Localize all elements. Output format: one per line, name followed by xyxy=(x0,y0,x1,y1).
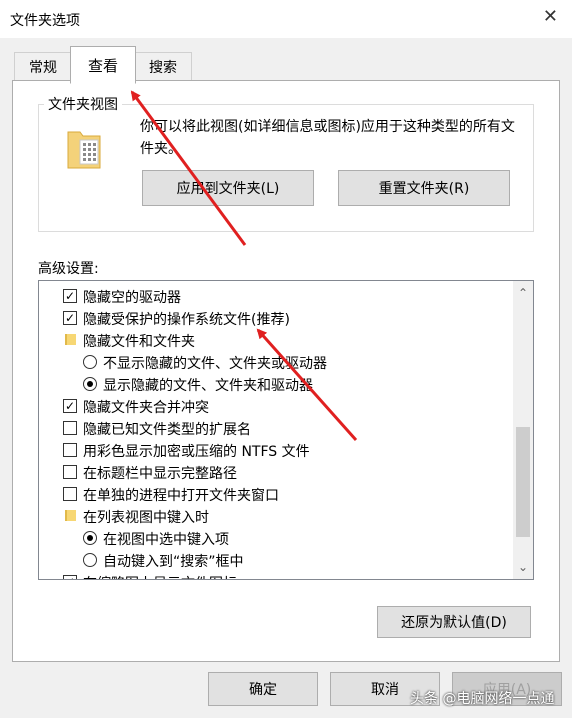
reset-folders-button[interactable]: 重置文件夹(R) xyxy=(338,170,510,206)
checkbox[interactable] xyxy=(63,487,77,501)
tab-general[interactable]: 常规 xyxy=(14,52,72,83)
list-item-label: 隐藏文件夹合并冲突 xyxy=(83,400,209,416)
list-item[interactable]: 在单独的进程中打开文件夹窗口 xyxy=(39,483,511,505)
advanced-settings-label: 高级设置: xyxy=(38,261,99,277)
advanced-settings-list[interactable]: ✓ 隐藏空的驱动器 ✓ 隐藏受保护的操作系统文件(推荐) 隐藏文件和文件夹不显示隐藏的文… xyxy=(38,280,534,580)
checkbox[interactable] xyxy=(63,465,77,479)
list-item[interactable]: ✓ 隐藏文件夹合并冲突 xyxy=(39,395,511,417)
list-item[interactable]: 隐藏已知文件类型的扩展名 xyxy=(39,417,511,439)
folder-view-label: 文件夹视图 xyxy=(44,94,122,114)
list-item-label: 自动键入到“搜索”框中 xyxy=(103,554,244,570)
ok-button[interactable]: 确定 xyxy=(208,672,318,706)
apply-to-folders-button[interactable]: 应用到文件夹(L) xyxy=(142,170,314,206)
list-item-label: 在单独的进程中打开文件夹窗口 xyxy=(83,488,279,504)
list-item[interactable]: 用彩色显示加密或压缩的 NTFS 文件 xyxy=(39,439,511,461)
list-item-label: 隐藏受保护的操作系统文件(推荐) xyxy=(83,312,290,328)
radio-button[interactable] xyxy=(83,377,97,391)
list-item: 在列表视图中键入时 xyxy=(39,505,511,527)
checkbox[interactable]: ✓ xyxy=(63,399,77,413)
radio-button[interactable] xyxy=(83,553,97,567)
title-bar: 文件夹选项 ✕ xyxy=(0,0,572,38)
vertical-scrollbar[interactable]: ⌃ ⌄ xyxy=(513,281,533,579)
list-item-label: 在标题栏中显示完整路径 xyxy=(83,466,237,482)
list-item-label: 在缩略图上显示文件图标 xyxy=(83,573,237,579)
list-item-label: 用彩色显示加密或压缩的 NTFS 文件 xyxy=(83,444,310,460)
list-item-label: 在列表视图中键入时 xyxy=(83,510,209,526)
scrollbar-thumb[interactable] xyxy=(516,427,530,537)
list-item[interactable]: 显示隐藏的文件、文件夹和驱动器 xyxy=(39,373,511,395)
window-title: 文件夹选项 xyxy=(10,13,80,29)
list-item[interactable]: 自动键入到“搜索”框中 xyxy=(39,549,511,571)
radio-button[interactable] xyxy=(83,531,97,545)
list-item-label: 不显示隐藏的文件、文件夹或驱动器 xyxy=(103,356,327,372)
restore-defaults-button[interactable]: 还原为默认值(D) xyxy=(377,606,531,638)
list-item-label: 隐藏空的驱动器 xyxy=(83,290,181,306)
list-item[interactable]: 不显示隐藏的文件、文件夹或驱动器 xyxy=(39,351,511,373)
scroll-up-icon[interactable]: ⌃ xyxy=(513,283,533,303)
checkbox[interactable]: ✓ xyxy=(63,575,77,579)
folder-view-description: 你可以将此视图(如详细信息或图标)应用于这种类型的所有文件夹。 xyxy=(140,119,515,157)
radio-button[interactable] xyxy=(83,355,97,369)
tab-search[interactable]: 搜索 xyxy=(134,52,192,83)
checkbox[interactable] xyxy=(63,443,77,457)
folder-icon xyxy=(65,510,76,521)
list-item[interactable]: ✓ 在缩略图上显示文件图标 xyxy=(39,571,511,579)
list-item-label: 在视图中选中键入项 xyxy=(103,532,229,548)
watermark: 头条 @电脑网络一点通 xyxy=(410,691,555,707)
scroll-down-icon[interactable]: ⌄ xyxy=(513,557,533,577)
checkbox[interactable] xyxy=(63,421,77,435)
list-item-label: 隐藏文件和文件夹 xyxy=(83,334,195,350)
folder-view-icon xyxy=(67,131,101,169)
list-item-label: 显示隐藏的文件、文件夹和驱动器 xyxy=(103,378,313,394)
list-item-label: 隐藏已知文件类型的扩展名 xyxy=(83,422,251,438)
list-item[interactable]: 在视图中选中键入项 xyxy=(39,527,511,549)
list-item[interactable]: 在标题栏中显示完整路径 xyxy=(39,461,511,483)
checkbox[interactable]: ✓ xyxy=(63,289,77,303)
list-item[interactable]: ✓ 隐藏受保护的操作系统文件(推荐) xyxy=(39,307,511,329)
tab-view[interactable]: 查看 xyxy=(70,46,136,84)
list-item[interactable]: ✓ 隐藏空的驱动器 xyxy=(39,285,511,307)
list-item: 隐藏文件和文件夹 xyxy=(39,329,511,351)
folder-icon xyxy=(65,334,76,345)
close-icon[interactable]: ✕ xyxy=(543,6,558,27)
checkbox[interactable]: ✓ xyxy=(63,311,77,325)
